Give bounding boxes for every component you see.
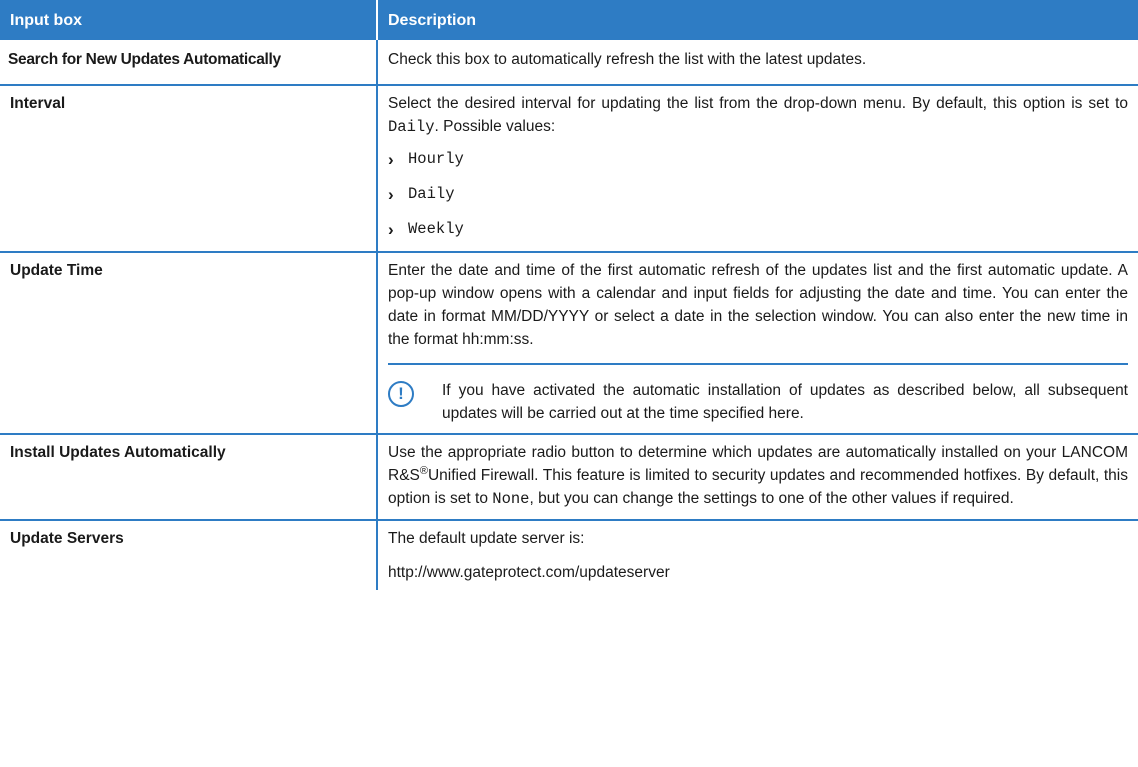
table-row: Interval Select the desired interval for…: [0, 85, 1138, 253]
table-row: Install Updates Automatically Use the ap…: [0, 434, 1138, 521]
list-item: › Daily: [388, 185, 455, 204]
row-desc-update-time: Enter the date and time of the first aut…: [377, 252, 1138, 435]
chevron-right-icon: ›: [388, 220, 394, 239]
default-value-none: None: [492, 490, 530, 508]
row-desc-update-servers: The default update server is: http://www…: [377, 520, 1138, 590]
default-value-daily: Daily: [388, 118, 435, 136]
chevron-right-icon: ›: [388, 150, 394, 169]
header-description: Description: [377, 0, 1138, 40]
row-name-update-time: Update Time: [0, 252, 378, 435]
table-row: Update Time Enter the date and time of t…: [0, 252, 1138, 435]
chevron-right-icon: ›: [388, 185, 394, 204]
row-desc-interval: Select the desired interval for updating…: [377, 85, 1138, 253]
row-name-interval: Interval: [0, 85, 378, 253]
registered-mark: ®: [419, 464, 428, 477]
note-box: ! If you have activated the automatic in…: [388, 363, 1128, 425]
list-item: › Hourly: [388, 150, 464, 169]
interval-description: Select the desired interval for updating…: [388, 95, 1128, 136]
list-item: › Weekly: [388, 220, 464, 239]
update-time-description: Enter the date and time of the first aut…: [388, 262, 1128, 348]
row-name-install-updates: Install Updates Automatically: [0, 434, 378, 521]
row-name-search-updates: Search for New Updates Automatically: [0, 40, 378, 86]
row-name-update-servers: Update Servers: [0, 520, 378, 590]
row-desc-search-updates: Check this box to automatically refresh …: [377, 40, 1138, 86]
exclamation-circle-icon: !: [388, 381, 414, 407]
servers-description: The default update server is:: [388, 530, 585, 547]
header-input-box: Input box: [0, 0, 378, 40]
update-server-url: http://www.gateprotect.com/updateserver: [388, 564, 670, 581]
table-row: Update Servers The default update server…: [0, 520, 1138, 590]
interval-options-list: › Hourly › Daily › Weekly: [388, 142, 1128, 247]
table-row: Search for New Updates Automatically Che…: [0, 40, 1138, 86]
parameter-table: Input box Description Search for New Upd…: [0, 0, 1138, 590]
row-desc-install-updates: Use the appropriate radio button to dete…: [377, 434, 1138, 521]
install-description: Use the appropriate radio button to dete…: [388, 444, 1128, 508]
table-header-row: Input box Description: [0, 0, 1138, 40]
note-text: If you have activated the automatic inst…: [442, 382, 1128, 422]
